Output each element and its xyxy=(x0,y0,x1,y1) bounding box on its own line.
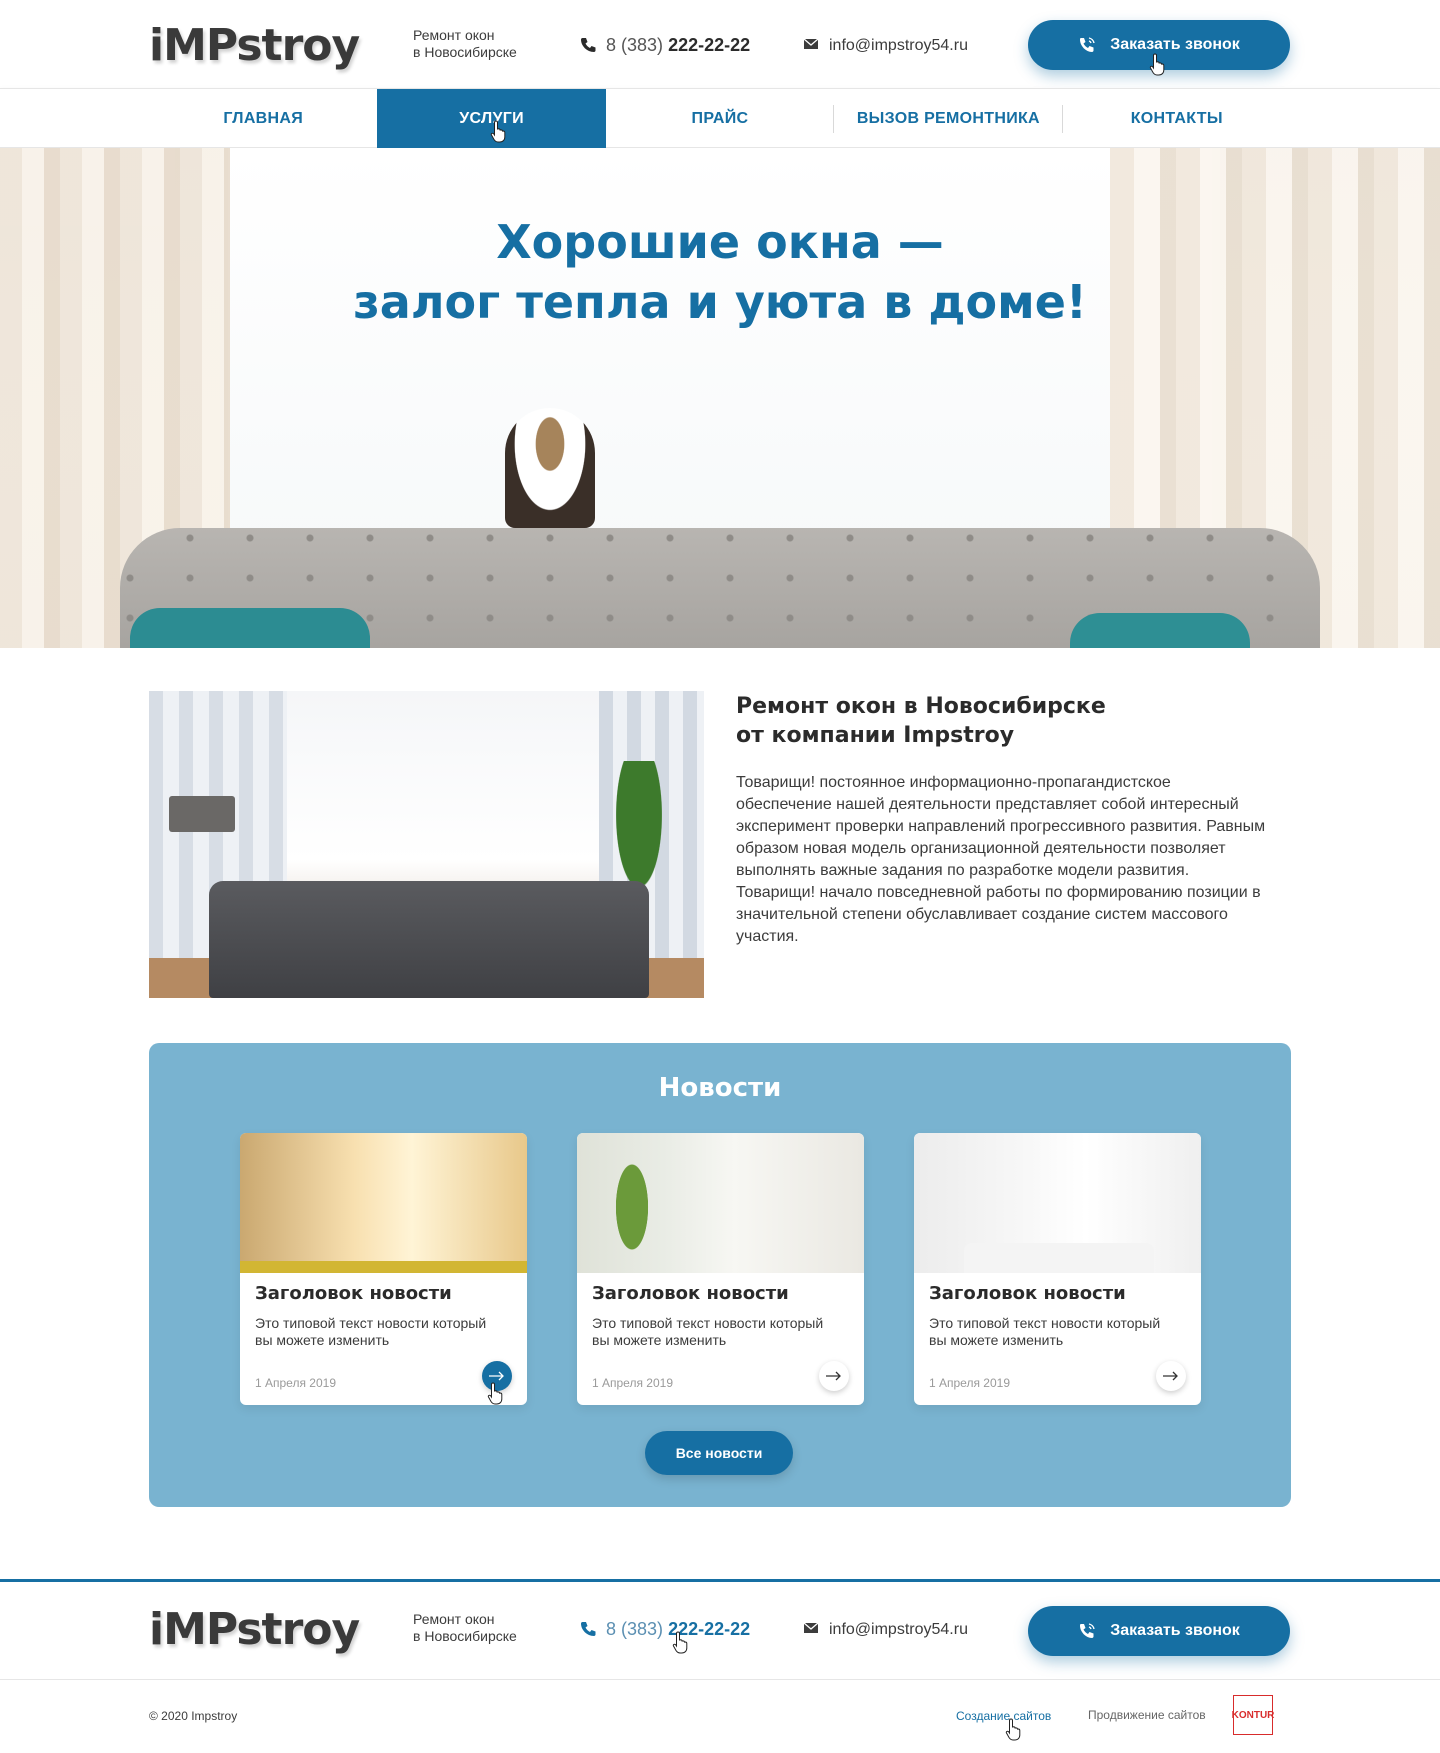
phone-icon xyxy=(581,38,596,52)
news-title: Новости xyxy=(658,1073,782,1103)
hero-window-image xyxy=(220,148,1220,548)
about-title: Ремонт окон в Новосибирске от компании I… xyxy=(736,692,1106,750)
about-title-line2: от компании Impstroy xyxy=(736,723,1015,748)
news-card-image xyxy=(577,1133,864,1273)
news-card-text: Это типовой текст новости который вы мож… xyxy=(929,1315,1161,1348)
email-text: info@impstroy54.ru xyxy=(829,37,968,54)
link-site-promotion[interactable]: Продвижение сайтов xyxy=(1088,1708,1206,1722)
news-card-image xyxy=(240,1133,527,1273)
nav-item-repairman[interactable]: ВЫЗОВ РЕМОНТНИКА xyxy=(834,89,1063,148)
mail-icon xyxy=(803,38,819,49)
hero-cat-image xyxy=(505,408,595,528)
tagline-line2: в Новосибирске xyxy=(413,1628,517,1644)
footer-logo[interactable]: iMPstroy xyxy=(149,1604,360,1655)
news-card-date: 1 Апреля 2019 xyxy=(929,1376,1010,1390)
phone-call-icon xyxy=(1080,37,1095,52)
link-site-creation[interactable]: Создание сайтов xyxy=(956,1709,1051,1723)
about-couch xyxy=(209,881,649,998)
news-section: Новости Заголовок новости Это типовой те… xyxy=(149,1043,1291,1507)
nav-item-label: ВЫЗОВ РЕМОНТНИКА xyxy=(856,109,1040,127)
nav-item-contacts[interactable]: КОНТАКТЫ xyxy=(1063,89,1291,148)
call-button-label: Заказать звонок xyxy=(1110,1622,1240,1639)
about-lamp xyxy=(169,796,235,832)
email-text: info@impstroy54.ru xyxy=(829,1621,968,1638)
phone-icon xyxy=(581,1622,596,1636)
footer-bottom-bar: © 2020 Impstroy Создание сайтов Продвиже… xyxy=(0,1681,1440,1753)
tagline-line1: Ремонт окон xyxy=(413,27,495,43)
news-card-date: 1 Апреля 2019 xyxy=(592,1376,673,1390)
news-card[interactable]: Заголовок новости Это типовой текст ново… xyxy=(914,1133,1201,1405)
news-card-title: Заголовок новости xyxy=(255,1283,452,1304)
nav-item-label: ПРАЙС xyxy=(691,109,749,127)
phone-code: 8 (383) xyxy=(606,1619,664,1639)
nav-item-home[interactable]: ГЛАВНАЯ xyxy=(149,89,377,148)
hand-cursor-icon xyxy=(1149,53,1165,76)
hero-title-line2: залог тепла и уюта в доме! xyxy=(353,275,1087,329)
hand-cursor-icon xyxy=(490,120,506,143)
footer-email[interactable]: info@impstroy54.ru xyxy=(803,1620,968,1639)
about-title-line1: Ремонт окон в Новосибирске xyxy=(736,694,1106,719)
main-nav: ГЛАВНАЯ УСЛУГИ ПРАЙС ВЫЗОВ РЕМОНТНИКА КО… xyxy=(0,88,1440,148)
arrow-right-icon xyxy=(1163,1371,1178,1381)
nav-item-label: ГЛАВНАЯ xyxy=(223,109,304,127)
site-footer: iMPstroy Ремонт окон в Новосибирске 8 (3… xyxy=(0,1582,1440,1680)
site-logo[interactable]: iMPstroy xyxy=(149,20,360,71)
nav-item-label: КОНТАКТЫ xyxy=(1130,109,1223,127)
footer-tagline: Ремонт окон в Новосибирске xyxy=(413,1611,517,1645)
footer-call-button[interactable]: Заказать звонок xyxy=(1028,1606,1290,1656)
hero-pillow-right xyxy=(1070,613,1250,648)
tagline-line2: в Новосибирске xyxy=(413,44,517,60)
news-card[interactable]: Заголовок новости Это типовой текст ново… xyxy=(577,1133,864,1405)
hand-cursor-icon xyxy=(672,1631,688,1654)
arrow-right-icon xyxy=(826,1371,841,1381)
header-tagline: Ремонт окон в Новосибирске xyxy=(413,27,517,61)
arrow-right-icon xyxy=(489,1371,504,1381)
tagline-line1: Ремонт окон xyxy=(413,1611,495,1627)
hand-cursor-icon xyxy=(487,1382,503,1405)
news-card-arrow-button[interactable] xyxy=(1156,1361,1186,1391)
about-text: Товарищи! постоянное информационно-пропа… xyxy=(736,774,1266,945)
news-card-text: Это типовой текст новости который вы мож… xyxy=(255,1315,487,1348)
news-card-title: Заголовок новости xyxy=(592,1283,789,1304)
phone-code: 8 (383) xyxy=(606,35,664,55)
phone-call-icon xyxy=(1080,1623,1095,1638)
hero-title: Хорошие окна — залог тепла и уюта в доме… xyxy=(0,212,1440,332)
about-image xyxy=(149,691,704,998)
hero-title-line1: Хорошие окна — xyxy=(496,215,944,269)
news-card[interactable]: Заголовок новости Это типовой текст ново… xyxy=(240,1133,527,1405)
mail-icon xyxy=(803,1622,819,1633)
kontur-logo[interactable]: KONTUR xyxy=(1232,1695,1274,1735)
call-button-label: Заказать звонок xyxy=(1110,36,1240,53)
footer-phone[interactable]: 8 (383) 222-22-22 xyxy=(580,1619,750,1640)
news-card-date: 1 Апреля 2019 xyxy=(255,1376,336,1390)
news-card-image xyxy=(914,1133,1201,1273)
header-phone[interactable]: 8 (383) 222-22-22 xyxy=(580,35,750,56)
nav-item-price[interactable]: ПРАЙС xyxy=(606,89,835,148)
site-header: iMPstroy Ремонт окон в Новосибирске 8 (3… xyxy=(0,0,1440,88)
news-card-arrow-button[interactable] xyxy=(819,1361,849,1391)
copyright: © 2020 Impstroy xyxy=(149,1709,238,1723)
all-news-button[interactable]: Все новости xyxy=(645,1431,793,1475)
header-email[interactable]: info@impstroy54.ru xyxy=(803,36,968,55)
hand-cursor-icon xyxy=(1005,1718,1021,1741)
news-card-title: Заголовок новости xyxy=(929,1283,1126,1304)
hero-pillow-left xyxy=(130,608,370,648)
news-card-text: Это типовой текст новости который вы мож… xyxy=(592,1315,824,1348)
phone-number: 222-22-22 xyxy=(668,35,751,55)
hero-banner: Хорошие окна — залог тепла и уюта в доме… xyxy=(0,148,1440,648)
